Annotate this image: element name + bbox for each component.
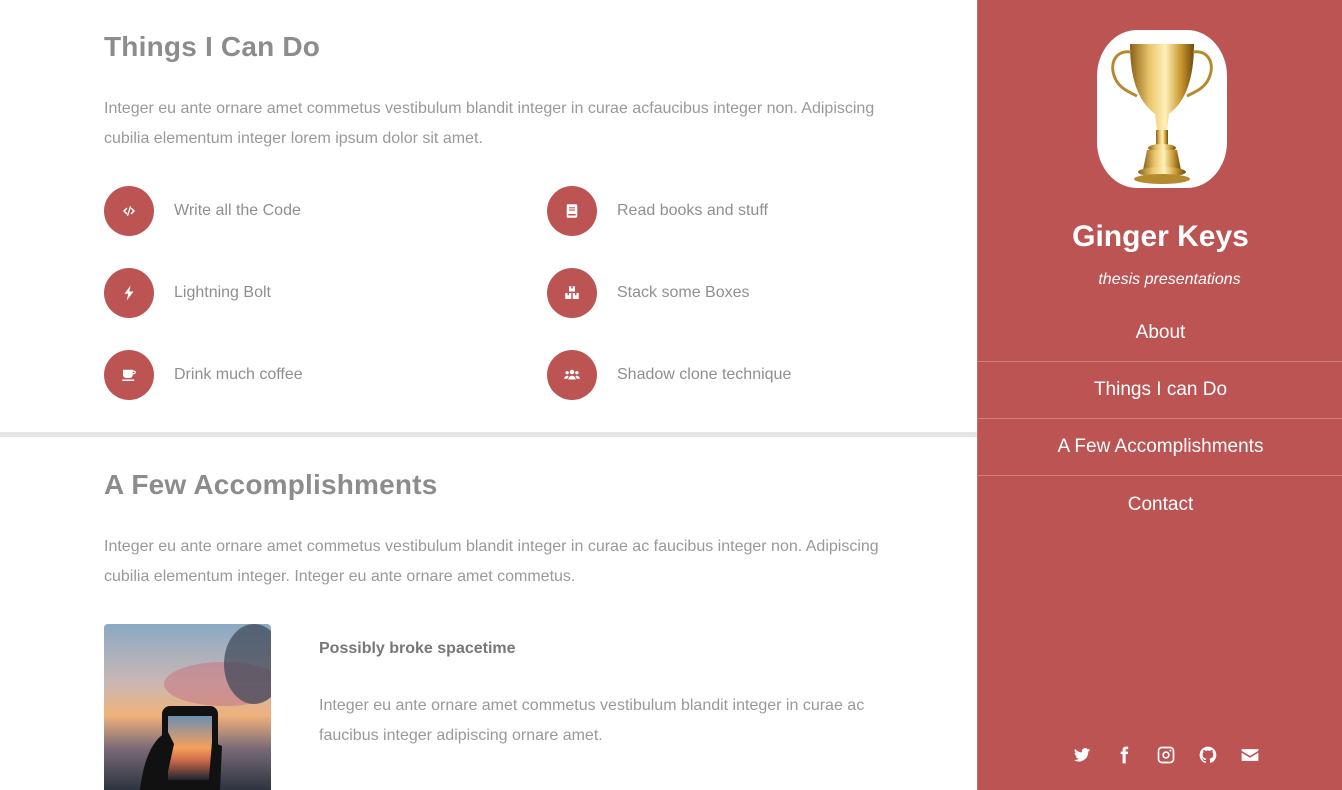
github-icon[interactable] — [1196, 744, 1220, 766]
skill-item-books: Read books and stuff — [547, 186, 768, 236]
skill-item-coffee: Drink much coffee — [104, 350, 303, 400]
accomplishments-intro: Integer eu ante ornare amet commetus ves… — [104, 538, 879, 585]
section-title-accomplishments: A Few Accomplishments — [104, 469, 438, 500]
social-links — [978, 744, 1342, 766]
nav-item-things-i-can-do[interactable]: Things I can Do — [978, 362, 1342, 419]
book-icon — [547, 186, 597, 236]
section-divider — [0, 432, 977, 437]
skill-item-boxes: Stack some Boxes — [547, 268, 750, 318]
skill-label: Drink much coffee — [174, 366, 303, 383]
skill-label: Write all the Code — [174, 202, 301, 219]
twitter-icon[interactable] — [1070, 744, 1094, 766]
skills-intro: Integer eu ante ornare amet commetus ves… — [104, 100, 875, 147]
boxes-icon — [547, 268, 597, 318]
skill-item-code: Write all the Code — [104, 186, 301, 236]
bolt-icon — [104, 268, 154, 318]
phone-sunset-photo — [104, 624, 271, 790]
accomplishment-title: Possibly broke spacetime — [319, 640, 516, 657]
section-title-skills: Things I Can Do — [104, 31, 321, 62]
main-content: Things I Can Do Integer eu ante ornare a… — [0, 0, 977, 790]
nav-item-accomplishments[interactable]: A Few Accomplishments — [978, 419, 1342, 476]
profile-name: Ginger Keys — [1072, 220, 1249, 253]
skill-item-clones: Shadow clone technique — [547, 350, 791, 400]
skill-label: Stack some Boxes — [617, 284, 750, 301]
profile-tagline: thesis presentations — [1098, 271, 1241, 288]
code-icon — [104, 186, 154, 236]
sidebar-nav: About Things I can Do A Few Accomplishme… — [978, 305, 1342, 533]
coffee-icon — [104, 350, 154, 400]
nav-item-contact[interactable]: Contact — [978, 476, 1342, 533]
sidebar: Ginger Keys thesis presentations About T… — [977, 0, 1342, 790]
envelope-icon[interactable] — [1238, 744, 1262, 766]
skill-item-bolt: Lightning Bolt — [104, 268, 271, 318]
users-icon — [547, 350, 597, 400]
skill-label: Lightning Bolt — [174, 284, 271, 301]
nav-item-about[interactable]: About — [978, 305, 1342, 362]
instagram-icon[interactable] — [1154, 744, 1178, 766]
trophy-image — [1097, 30, 1227, 188]
facebook-icon[interactable] — [1112, 744, 1136, 766]
accomplishment-text: Integer eu ante ornare amet commetus ves… — [319, 697, 865, 744]
skill-label: Shadow clone technique — [617, 366, 792, 383]
skill-label: Read books and stuff — [617, 202, 768, 219]
